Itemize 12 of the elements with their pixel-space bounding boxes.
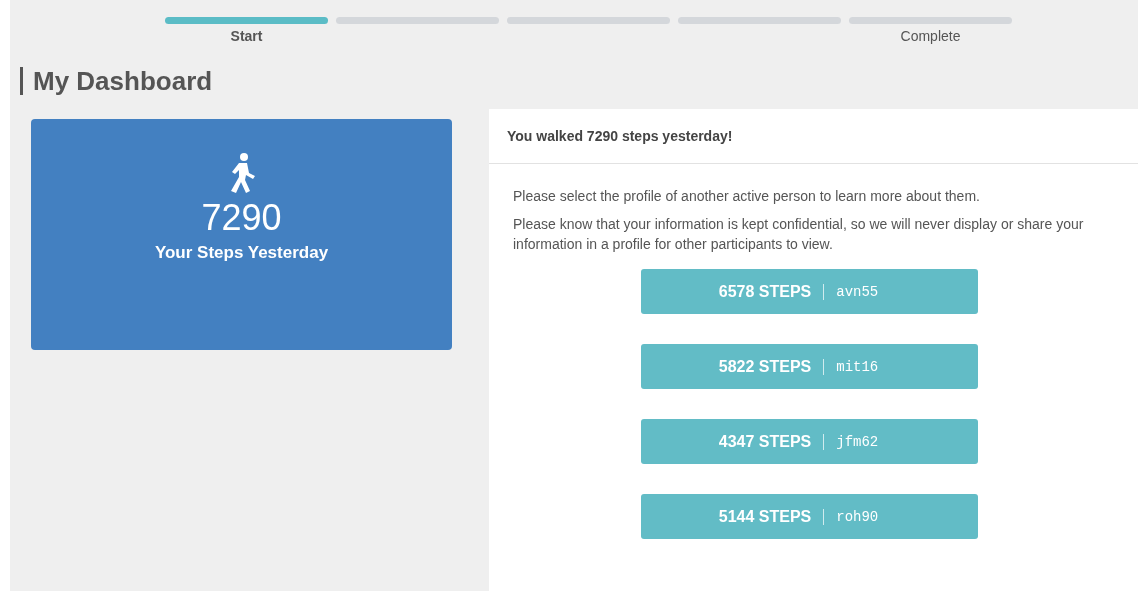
info-text: Please know that your information is kept confidential, so we will never display or share your information in a profile for other participants to view. bbox=[513, 215, 1085, 254]
progress-label: Start bbox=[230, 28, 263, 45]
profile-button[interactable]: 4347 STEPS jfm62 bbox=[641, 419, 978, 464]
steps-caption: Your Steps Yesterday bbox=[154, 243, 329, 263]
info-text: Please select the profile of another active person to learn more about them. bbox=[513, 187, 981, 206]
panel-heading: You walked 7290 steps yesterday! bbox=[489, 109, 1138, 164]
profile-button[interactable]: 5144 STEPS roh90 bbox=[641, 494, 978, 539]
progress-label: Complete bbox=[900, 28, 961, 45]
steps-value: 7290 bbox=[201, 197, 282, 239]
profile-button[interactable]: 5822 STEPS mit16 bbox=[641, 344, 978, 389]
page-title: My Dashboard bbox=[20, 67, 213, 95]
profile-button[interactable]: 6578 STEPS avn55 bbox=[641, 269, 978, 314]
